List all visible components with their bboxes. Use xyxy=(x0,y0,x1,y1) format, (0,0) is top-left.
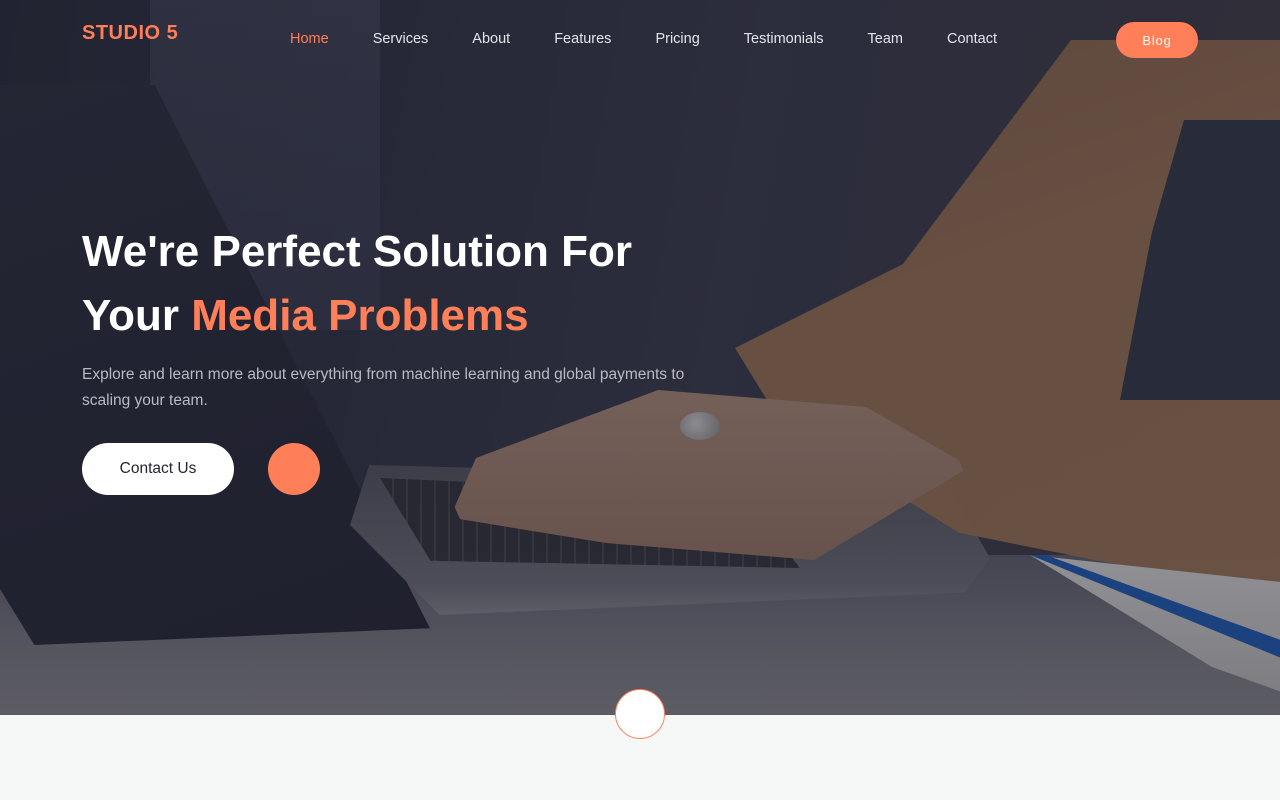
contact-us-button[interactable]: Contact Us xyxy=(82,443,234,495)
nav-item-services[interactable]: Services xyxy=(373,30,429,48)
nav-item-home[interactable]: Home xyxy=(290,30,329,48)
nav-item-contact[interactable]: Contact xyxy=(947,30,997,48)
play-video-button[interactable] xyxy=(268,443,320,495)
headline-line-2-accent: Media Problems xyxy=(191,291,529,340)
hero-section: STUDIO 5 Home Services About Features Pr… xyxy=(0,0,1280,715)
nav-item-testimonials[interactable]: Testimonials xyxy=(744,30,824,48)
nav-item-team[interactable]: Team xyxy=(868,30,903,48)
headline-line-2-plain: Your xyxy=(82,291,192,340)
hero-headline: We're Perfect Solution For Your Media Pr… xyxy=(82,220,632,348)
blog-button[interactable]: Blog xyxy=(1116,22,1198,58)
hero-subtext: Explore and learn more about everything … xyxy=(82,366,685,409)
headline-line-1: We're Perfect Solution For xyxy=(82,227,632,276)
main-nav: Home Services About Features Pricing Tes… xyxy=(290,30,1041,48)
brand-logo[interactable]: STUDIO 5 xyxy=(82,22,178,45)
nav-item-features[interactable]: Features xyxy=(554,30,611,48)
nav-item-about[interactable]: About xyxy=(472,30,510,48)
scroll-down-button[interactable] xyxy=(615,689,665,739)
nav-item-pricing[interactable]: Pricing xyxy=(655,30,699,48)
